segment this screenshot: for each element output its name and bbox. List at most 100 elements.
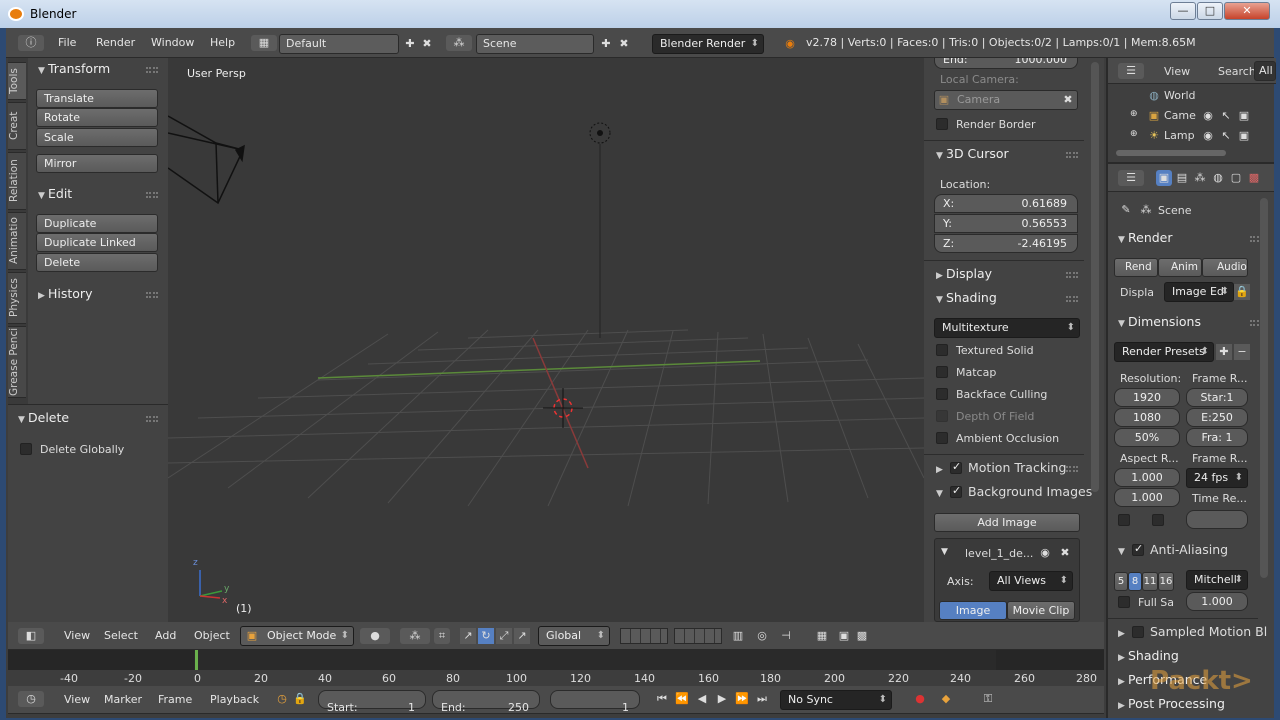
remove-image-icon[interactable]: ✖ [1057,545,1073,561]
render-presets-select[interactable]: Render Presets [1114,342,1214,362]
info-editor-icon[interactable]: ⓘ [18,35,44,51]
tab-tools[interactable]: Tools [8,62,26,100]
pivot-point-icon[interactable]: ⁂ [400,628,430,644]
remove-layout-icon[interactable]: ✖ [419,36,435,52]
cursor-x-field[interactable]: X: 0.61689 [934,194,1078,213]
menu-render[interactable]: Render [96,36,135,49]
duplicate-linked-button[interactable]: Duplicate Linked [36,233,158,252]
full-sample-checkbox[interactable] [1118,596,1130,608]
end-frame-field[interactable]: End: 250 [432,690,540,714]
delete-operator-header[interactable]: ▼ Delete [18,410,69,425]
shading-mode-select[interactable]: Multitexture [934,318,1080,338]
scene-layers-2[interactable] [674,628,722,644]
tab-animation[interactable]: Animatio [8,212,26,270]
outliner-search-menu[interactable]: Search [1218,65,1256,78]
shading-panel-header[interactable]: ▼ Shading [936,290,997,305]
jump-keyframe-forward-icon[interactable]: ⏩ [734,691,750,707]
tab-grease-pencil[interactable]: Grease Penci [8,326,26,398]
aspect-y-field[interactable]: 1.000 [1114,488,1180,507]
outliner-item-camera[interactable]: Came [1164,109,1196,122]
render-animation-button[interactable]: Anim [1158,258,1202,277]
add-scene-icon[interactable]: ✚ [598,36,614,52]
panel-grip-icon[interactable] [146,292,158,298]
proportional-edit-icon[interactable]: ◎ [754,628,770,644]
resolution-x-field[interactable]: 1920 [1114,388,1180,407]
expand-icon[interactable]: ⊕ [1130,129,1138,139]
frame-end-field[interactable]: E:250 [1186,408,1248,427]
clip-end-field[interactable]: End: 1000.000 [934,58,1078,69]
frame-rate-select[interactable]: 24 fps [1186,468,1248,488]
panel-grip-icon[interactable] [1066,272,1078,278]
crop-checkbox[interactable] [1152,514,1164,526]
frame-start-field[interactable]: Star:1 [1186,388,1248,407]
object-tab-icon[interactable]: ▢ [1228,170,1244,186]
timeline[interactable]: -40 -20 0 20 40 60 80 100 120 140 160 18… [8,650,1104,690]
start-frame-field[interactable]: Start: 1 [318,690,426,714]
add-image-button[interactable]: Add Image [934,513,1080,532]
tab-image[interactable]: Image [939,601,1007,620]
filter-size-field[interactable]: 1.000 [1186,592,1248,611]
render-tab-icon[interactable]: ▣ [1156,170,1172,186]
time-remap-field[interactable] [1186,510,1248,529]
outliner-item-lamp[interactable]: Lamp [1164,129,1195,142]
background-images-panel-header[interactable]: ▼ [936,484,946,499]
screen-layout-field[interactable]: Default [279,34,399,54]
tab-movie-clip[interactable]: Movie Clip [1007,601,1075,620]
orientation-select[interactable]: Global [538,626,610,646]
duplicate-button[interactable]: Duplicate [36,214,158,233]
depth-of-field-checkbox[interactable] [936,410,948,422]
snap-element-icon[interactable]: ▦ [814,628,830,644]
tab-physics[interactable]: Physics [8,272,26,324]
panel-grip-icon[interactable] [1066,152,1078,158]
current-frame-field[interactable]: 1 [550,690,640,714]
sampled-motion-blur-checkbox[interactable] [1132,626,1144,638]
sampled-motion-blur-panel-header[interactable]: ▶ [1118,624,1128,639]
menu-view[interactable]: View [64,693,90,706]
eye-icon[interactable]: ◉ [1200,128,1216,144]
outliner-scrollbar[interactable] [1116,150,1226,156]
3d-cursor-panel-header[interactable]: ▼ 3D Cursor [936,146,1009,161]
rotate-manipulator-icon[interactable]: ↻ [478,628,494,644]
outliner-view-menu[interactable]: View [1164,65,1190,78]
translate-button[interactable]: Translate [36,89,158,108]
record-icon[interactable]: ● [912,691,928,707]
menu-add[interactable]: Add [155,629,176,642]
collapse-icon[interactable]: ▼ [941,547,948,557]
aa-filter-select[interactable]: Mitchell- [1186,570,1248,590]
render-animation-icon[interactable]: ▩ [854,628,870,644]
aspect-x-field[interactable]: 1.000 [1114,468,1180,487]
aa-samples-11[interactable]: 11 [1142,572,1158,591]
camera-field[interactable]: Camera [934,90,1078,110]
transform-panel-header[interactable]: ▼ Transform [38,61,110,76]
panel-grip-icon[interactable] [146,416,158,422]
scene-layers-1[interactable] [620,628,668,644]
cursor-y-field[interactable]: Y: 0.56553 [934,214,1078,233]
scale-manipulator-icon[interactable]: ⤢ [496,628,512,644]
aa-samples-8[interactable]: 8 [1128,572,1142,591]
menu-file[interactable]: File [58,36,76,49]
pin-icon[interactable]: ✎ [1118,202,1134,218]
panel-scrollbar[interactable] [1091,62,1099,492]
keyframe-insert-icon[interactable]: ⚿ [980,691,996,707]
cursor-z-field[interactable]: Z: -2.46195 [934,234,1078,253]
layers-tab-icon[interactable]: ▤ [1174,170,1190,186]
menu-frame[interactable]: Frame [158,693,192,706]
render-audio-button[interactable]: Audio [1202,258,1248,277]
post-processing-panel-header[interactable]: ▶ Post Processing [1118,696,1225,711]
keying-set-icon[interactable]: ◆ [938,691,954,707]
backface-culling-checkbox[interactable] [936,388,948,400]
tab-create[interactable]: Creat [8,102,26,150]
ambient-occlusion-checkbox[interactable] [936,432,948,444]
jump-end-icon[interactable]: ⏭ [754,691,770,707]
eye-icon[interactable]: ◉ [1037,545,1053,561]
render-border-checkbox[interactable] [936,118,948,130]
menu-marker[interactable]: Marker [104,693,142,706]
manipulator-toggle-icon[interactable]: ⌗ [434,628,450,644]
camera-object[interactable] [168,115,245,205]
3d-cursor-icon[interactable] [543,388,583,428]
3d-view-editor-icon[interactable]: ◧ [18,628,44,644]
world-tab-icon[interactable]: ◍ [1210,170,1226,186]
playhead[interactable] [195,650,198,670]
panel-grip-icon[interactable] [1066,466,1078,472]
scene-tab-icon[interactable]: ⁂ [1192,170,1208,186]
